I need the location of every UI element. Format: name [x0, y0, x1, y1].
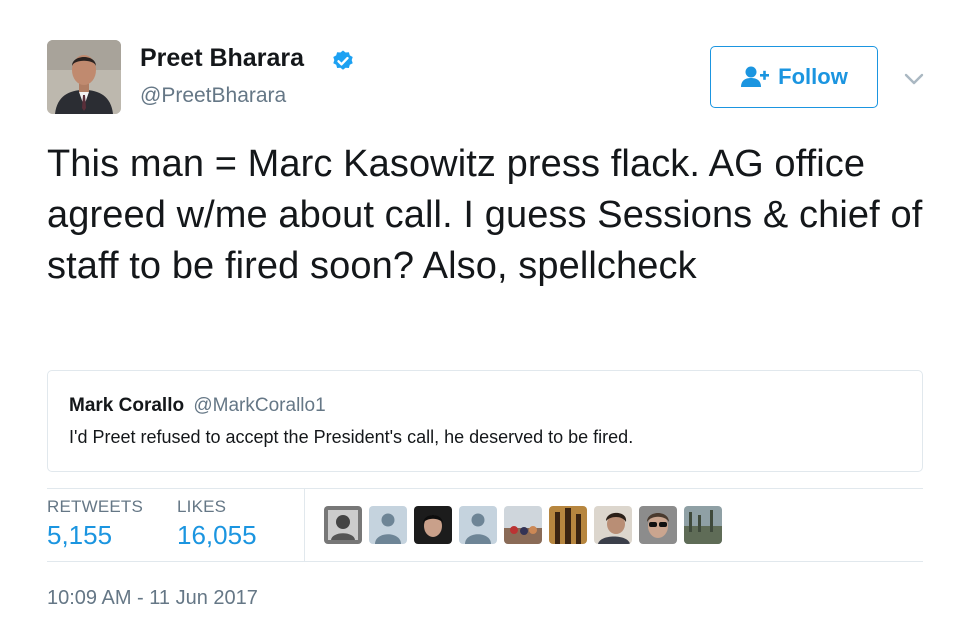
likes-count: 16,055 — [177, 520, 257, 550]
quoted-tweet[interactable]: Mark Corallo @MarkCorallo1 I'd Preet ref… — [47, 370, 923, 472]
liker-avatar-3[interactable] — [414, 506, 452, 544]
chevron-down-icon[interactable] — [903, 68, 925, 90]
stats-divider-top — [47, 488, 923, 489]
liker-avatar-9[interactable] — [684, 506, 722, 544]
follow-button[interactable]: Follow — [710, 46, 878, 108]
stats-divider-bottom — [47, 561, 923, 562]
author-name[interactable]: Preet Bharara — [140, 44, 304, 73]
liker-avatar-8[interactable] — [639, 506, 677, 544]
quoted-author-name: Mark Corallo — [69, 395, 185, 416]
liker-avatar-7[interactable] — [594, 506, 632, 544]
retweets-label: RETWEETS — [47, 497, 144, 516]
add-user-icon — [741, 66, 770, 87]
liker-avatar-1[interactable] — [324, 506, 362, 544]
quoted-tweet-header: Mark Corallo @MarkCorallo1 — [69, 395, 326, 417]
author-avatar[interactable] — [47, 40, 121, 114]
likes-stat[interactable]: LIKES 16,055 — [177, 497, 257, 551]
quoted-author-handle: @MarkCorallo1 — [193, 395, 326, 416]
quoted-tweet-text: I'd Preet refused to accept the Presiden… — [69, 427, 634, 447]
retweets-stat[interactable]: RETWEETS 5,155 — [47, 497, 143, 551]
verified-badge-icon — [333, 50, 353, 70]
likes-label: LIKES — [177, 497, 227, 516]
avatar-photo-icon — [47, 40, 121, 114]
liker-avatar-6[interactable] — [549, 506, 587, 544]
author-handle[interactable]: @PreetBharara — [140, 84, 286, 108]
tweet-timestamp[interactable]: 10:09 AM - 11 Jun 2017 — [47, 587, 258, 610]
follow-label: Follow — [778, 64, 848, 89]
liker-avatar-4[interactable] — [459, 506, 497, 544]
tweet-text: This man = Marc Kasowitz press flack. AG… — [47, 143, 923, 287]
stats-divider-vertical — [304, 489, 305, 561]
liker-avatar-2[interactable] — [369, 506, 407, 544]
retweets-count: 5,155 — [47, 520, 113, 550]
liker-avatar-5[interactable] — [504, 506, 542, 544]
